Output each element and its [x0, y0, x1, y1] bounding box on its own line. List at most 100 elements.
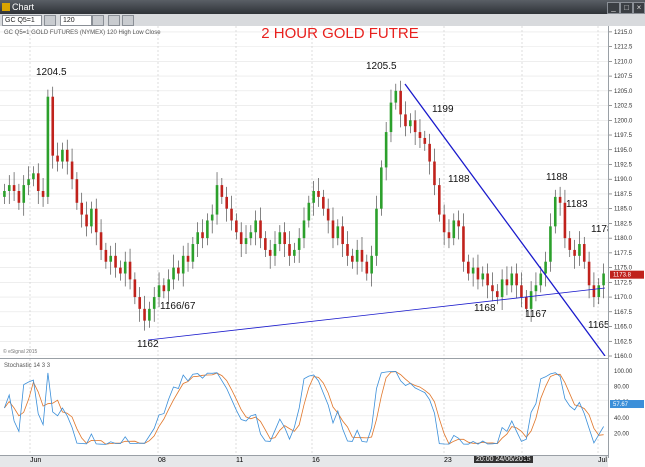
annotation-1165: 1165 — [588, 320, 608, 331]
candle-body — [491, 285, 494, 292]
annotation-1199: 1199 — [432, 104, 454, 115]
candle-body — [553, 196, 557, 227]
candle-body — [230, 208, 233, 221]
candle-body — [119, 267, 122, 274]
candle-body — [558, 196, 562, 203]
chart-window-icon — [2, 3, 10, 11]
candle-body — [167, 279, 171, 292]
candle-body — [177, 267, 180, 274]
candle-body — [46, 96, 50, 197]
symbol-input[interactable]: GC Q5=1 — [2, 15, 42, 26]
candle-body — [196, 232, 199, 245]
candle-body — [215, 185, 219, 215]
candle-body — [568, 238, 572, 250]
candle-body — [32, 173, 35, 180]
date-label: 23 — [444, 457, 452, 464]
candle-body — [331, 220, 335, 239]
annotation-1167: 1167 — [525, 309, 547, 320]
candle-body — [191, 244, 195, 262]
price-tick-label: 1165.0 — [614, 325, 633, 331]
candle-body — [123, 261, 127, 274]
price-tick-label: 1160.0 — [614, 354, 633, 360]
candle-body — [143, 308, 146, 321]
annotation-1183: 1183 — [566, 199, 588, 210]
candle-body — [423, 137, 427, 144]
annotation-1188-left: 1188 — [448, 174, 470, 185]
candle-body — [283, 232, 286, 245]
annotation-1178: 1178 — [591, 224, 608, 235]
date-label: 16 — [312, 457, 320, 464]
date-label: Jun — [30, 457, 42, 464]
candle-body — [302, 220, 306, 239]
candle-body — [201, 232, 204, 239]
candle-body — [409, 120, 412, 127]
oscillator-panel[interactable]: Stochastic 14 3 3 — [0, 358, 608, 455]
candle-body — [462, 226, 465, 262]
toolbar-tool-button[interactable] — [122, 15, 134, 26]
maximize-button[interactable]: □ — [620, 2, 633, 14]
candle-body — [133, 279, 137, 298]
interval-input[interactable]: 120 — [60, 15, 92, 26]
candle-body — [297, 238, 301, 250]
chart-annotation-title: 2 HOUR GOLD FUTRE — [261, 26, 419, 42]
toolbar-tool-button[interactable] — [108, 15, 120, 26]
osc-tick-label: 80.00 — [614, 385, 630, 391]
candle-body — [138, 297, 142, 309]
annotation-1168: 1168 — [474, 303, 496, 314]
candle-body — [544, 261, 547, 274]
candle-body — [90, 208, 93, 227]
osc-last-value-label: 57.67 — [613, 402, 629, 408]
candle-body — [375, 208, 378, 256]
osc-tick-label: 100.00 — [614, 369, 633, 375]
price-tick-label: 1162.5 — [614, 339, 633, 345]
candle-body — [210, 214, 214, 221]
price-axis[interactable]: 1215.0 1212.5 1210.0 1207.5 1205.0 1202.5 1200… — [608, 26, 645, 458]
candle-body — [17, 191, 21, 203]
candle-body — [346, 244, 349, 256]
candle-body — [413, 120, 417, 133]
candle-body — [85, 214, 88, 227]
candle-body — [370, 255, 373, 274]
candle-body — [452, 220, 456, 239]
candle-body — [457, 220, 460, 227]
candle-body — [384, 132, 388, 168]
date-label: 08 — [158, 457, 166, 464]
candle-body — [3, 191, 6, 197]
candle-body — [524, 297, 528, 309]
price-chart-panel[interactable]: GC Q5=1 GOLD FUTURES (NYMEX) 120 High Lo… — [0, 25, 613, 357]
candle-body — [51, 96, 55, 156]
candle-body — [476, 267, 480, 280]
candle-body — [578, 244, 581, 256]
price-tick-label: 1182.5 — [614, 221, 633, 227]
candle-body — [109, 255, 113, 262]
candle-body — [249, 232, 253, 239]
price-chart-svg[interactable]: GC Q5=1 GOLD FUTURES (NYMEX) 120 High Lo… — [0, 25, 613, 357]
price-tick-label: 1202.5 — [614, 104, 633, 110]
close-button[interactable]: × — [633, 2, 645, 14]
candle-body — [293, 249, 296, 256]
candle-body — [471, 267, 475, 274]
candle-body — [22, 185, 26, 203]
last-price-label: 1173.8 — [613, 273, 632, 279]
minimize-button[interactable]: _ — [607, 2, 620, 14]
candle-body — [437, 185, 441, 215]
price-tick-label: 1172.5 — [614, 280, 633, 286]
candle-body — [312, 191, 315, 203]
window-title: Chart — [12, 2, 35, 12]
interval-dropdown-button[interactable] — [92, 15, 104, 26]
candle-body — [225, 196, 228, 209]
oscillator-header: Stochastic 14 3 3 — [4, 363, 51, 369]
date-label: Jul — [598, 457, 607, 464]
candle-body — [94, 208, 98, 233]
price-tick-label: 1210.0 — [614, 59, 633, 65]
candles — [3, 80, 605, 331]
candle-body — [317, 191, 320, 197]
candle-body — [597, 285, 601, 298]
candle-body — [365, 261, 369, 274]
price-tick-label: 1207.5 — [614, 74, 633, 80]
candle-body — [592, 285, 596, 298]
candle-body — [404, 114, 407, 127]
candle-body — [486, 273, 489, 286]
price-axis-svg: 1215.0 1212.5 1210.0 1207.5 1205.0 1202.5 1200… — [609, 30, 644, 437]
symbol-dropdown-button[interactable] — [44, 15, 56, 26]
